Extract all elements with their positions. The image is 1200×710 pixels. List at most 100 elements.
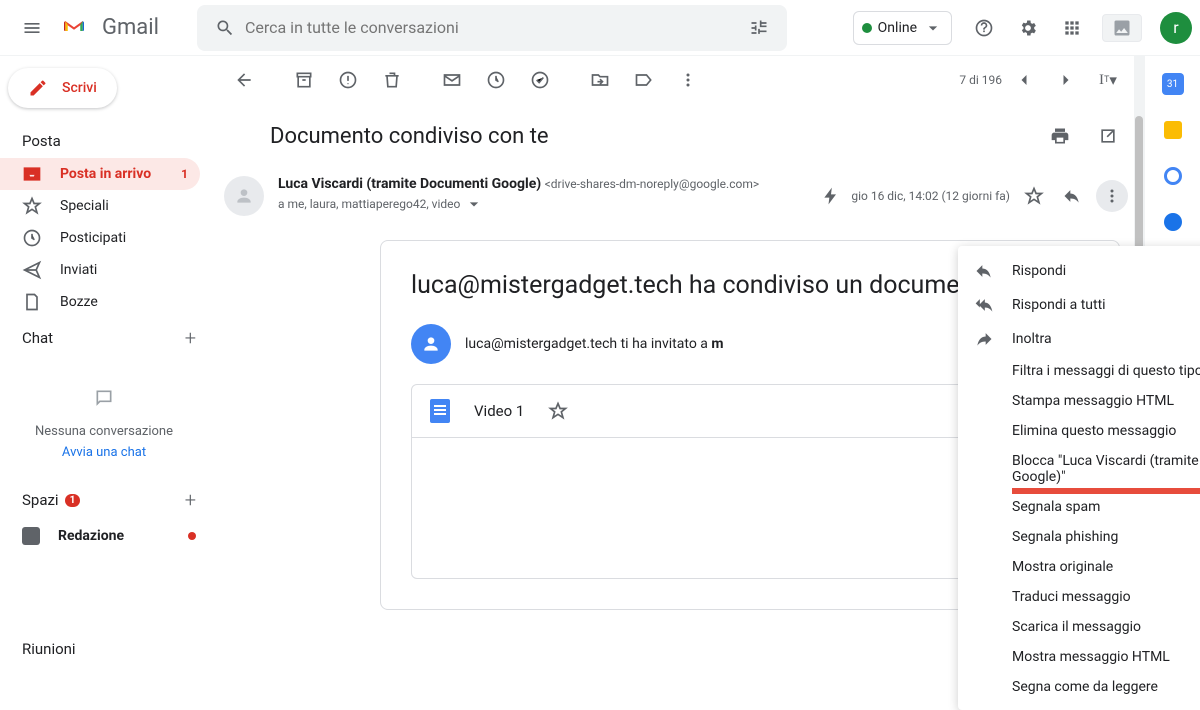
draft-icon — [22, 292, 42, 312]
nav-item-send[interactable]: Inviati — [0, 254, 200, 286]
reply-all-icon — [974, 295, 994, 315]
menu-item[interactable]: Rispondi — [958, 254, 1200, 288]
message-context-menu: RispondiRispondi a tuttiInoltraFiltra i … — [958, 246, 1200, 710]
nav-item-inbox[interactable]: Posta in arrivo1 — [0, 158, 200, 190]
message-more-button[interactable] — [1096, 180, 1128, 212]
star-icon — [22, 196, 42, 216]
status-dot-icon — [862, 23, 872, 33]
reply-button[interactable] — [1058, 182, 1086, 210]
menu-item[interactable]: Filtra i messaggi di questo tipo — [958, 356, 1200, 386]
menu-item[interactable]: Blocca "Luca Viscardi (tramite Documenti… — [958, 446, 1200, 492]
chat-empty-text: Nessuna conversazione — [10, 424, 198, 439]
next-button[interactable] — [1046, 60, 1086, 100]
menu-item[interactable]: Inoltra — [958, 322, 1200, 356]
gmail-logo-text: Gmail — [102, 15, 159, 40]
menu-item[interactable]: Scarica il messaggio — [958, 612, 1200, 642]
move-button[interactable] — [580, 60, 620, 100]
chevron-down-icon — [923, 18, 943, 38]
space-label: Redazione — [58, 528, 124, 544]
input-tools-button[interactable]: IT ▾ — [1088, 60, 1128, 100]
chat-icon — [10, 378, 198, 416]
gmail-logo[interactable]: Gmail — [56, 15, 167, 40]
compose-label: Scrivi — [62, 80, 97, 96]
menu-item[interactable]: Rispondi a tutti — [958, 288, 1200, 322]
calendar-app-button[interactable]: 31 — [1161, 72, 1185, 96]
send-icon — [22, 260, 42, 280]
reply-icon — [974, 261, 994, 281]
message-date: gio 16 dic, 14:02 (12 giorni fa) — [851, 189, 1010, 203]
search-icon[interactable] — [205, 18, 245, 38]
forward-icon — [974, 329, 994, 349]
section-spazi[interactable]: Spazi1 + — [0, 480, 208, 520]
start-chat-link[interactable]: Avvia una chat — [10, 445, 198, 460]
recipients[interactable]: a me, laura, mattiaperego42, video — [278, 194, 807, 214]
header-right: Online r — [853, 8, 1192, 48]
new-space-button[interactable]: + — [185, 488, 196, 512]
apps-button[interactable] — [1052, 8, 1092, 48]
gmail-logo-icon — [64, 16, 96, 40]
section-chat[interactable]: Chat+ — [0, 318, 208, 358]
more-button[interactable] — [668, 60, 708, 100]
section-posta[interactable]: Posta — [0, 124, 208, 158]
search-input[interactable] — [245, 18, 739, 37]
menu-item[interactable]: Traduci messaggio — [958, 582, 1200, 612]
menu-item[interactable]: Mostra originale — [958, 552, 1200, 582]
nav-item-star[interactable]: Speciali — [0, 190, 200, 222]
new-chat-button[interactable]: + — [185, 326, 196, 350]
nav-item-clock[interactable]: Posticipati — [0, 222, 200, 254]
compose-button[interactable]: Scrivi — [8, 68, 117, 108]
section-riunioni[interactable]: Riunioni — [0, 632, 88, 666]
app-header: Gmail Online r — [0, 0, 1200, 56]
star-icon[interactable] — [548, 401, 568, 421]
space-item-redazione[interactable]: Redazione — [0, 520, 208, 552]
star-button[interactable] — [1020, 182, 1048, 210]
menu-item[interactable]: Mostra messaggio HTML — [958, 642, 1200, 672]
add-task-button[interactable] — [520, 60, 560, 100]
menu-item[interactable]: Segna come da leggere — [958, 672, 1200, 702]
email-subject-row: Documento condiviso con te — [208, 104, 1144, 168]
search-bar[interactable] — [197, 5, 787, 51]
status-text: Online — [878, 20, 917, 36]
org-logo-placeholder — [1102, 14, 1142, 42]
inviter-avatar — [411, 324, 451, 364]
settings-button[interactable] — [1008, 8, 1048, 48]
help-button[interactable] — [964, 8, 1004, 48]
bolt-icon — [821, 186, 841, 206]
tasks-app-button[interactable] — [1161, 164, 1185, 188]
sender-email: <drive-shares-dm-noreply@google.com> — [545, 177, 759, 191]
mark-unread-button[interactable] — [432, 60, 472, 100]
spam-button[interactable] — [328, 60, 368, 100]
archive-button[interactable] — [284, 60, 324, 100]
back-button[interactable] — [224, 60, 264, 100]
keep-app-button[interactable] — [1161, 118, 1185, 142]
message-counter: 7 di 196 — [959, 73, 1002, 87]
document-icon — [430, 399, 450, 423]
main-menu-button[interactable] — [8, 4, 56, 52]
status-badge[interactable]: Online — [853, 11, 952, 45]
sender-name: Luca Viscardi (tramite Documenti Google) — [278, 176, 541, 192]
inbox-icon — [22, 164, 42, 184]
document-name: Video 1 — [474, 402, 524, 420]
contacts-app-button[interactable] — [1161, 210, 1185, 234]
nav-item-draft[interactable]: Bozze — [0, 286, 200, 318]
account-avatar[interactable]: r — [1160, 12, 1192, 44]
menu-item[interactable]: Segnala phishing — [958, 522, 1200, 552]
chevron-down-icon — [464, 194, 484, 214]
inviter-text: luca@mistergadget.tech ti ha invitato a … — [465, 336, 724, 352]
chat-empty-state: Nessuna conversazione Avvia una chat — [0, 358, 208, 480]
email-subject: Documento condiviso con te — [270, 124, 549, 149]
delete-button[interactable] — [372, 60, 412, 100]
labels-button[interactable] — [624, 60, 664, 100]
hamburger-icon — [22, 18, 42, 38]
snooze-button[interactable] — [476, 60, 516, 100]
search-options-icon[interactable] — [739, 18, 779, 38]
spazi-badge: 1 — [65, 494, 81, 507]
print-button[interactable] — [1040, 116, 1080, 156]
menu-item[interactable]: Segnala spam — [958, 492, 1200, 522]
prev-button[interactable] — [1004, 60, 1044, 100]
open-new-window-button[interactable] — [1088, 116, 1128, 156]
menu-item[interactable]: Elimina questo messaggio — [958, 416, 1200, 446]
menu-item[interactable]: Stampa messaggio HTML — [958, 386, 1200, 416]
message-header: Luca Viscardi (tramite Documenti Google)… — [208, 168, 1144, 224]
sender-avatar — [224, 176, 264, 216]
